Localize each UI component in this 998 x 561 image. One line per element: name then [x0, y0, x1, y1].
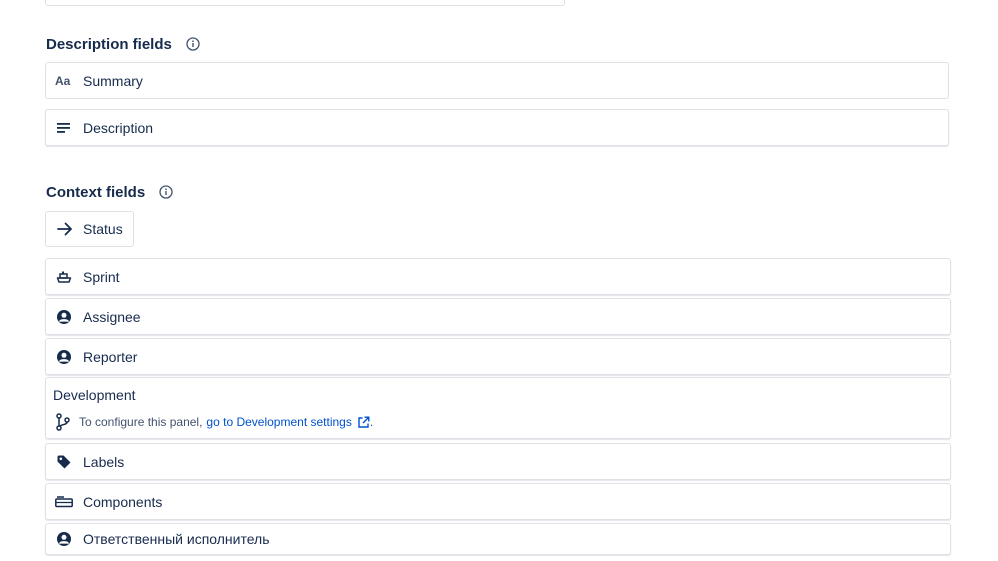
text-aa-icon: Aa	[55, 72, 73, 90]
svg-text:Aa: Aa	[55, 74, 71, 88]
sprint-boat-icon	[55, 268, 73, 286]
user-avatar-icon	[55, 530, 73, 548]
description-fields-title: Description fields	[46, 35, 172, 53]
component-icon	[55, 493, 73, 511]
branch-icon	[55, 413, 71, 431]
development-config-suffix: .	[369, 415, 374, 429]
arrow-right-icon	[56, 220, 74, 238]
context-fields-title: Context fields	[46, 183, 146, 201]
text-lines-icon	[55, 119, 73, 137]
info-icon[interactable]	[186, 37, 200, 51]
field-label: Sprint	[83, 268, 120, 285]
field-sprint[interactable]: Sprint	[45, 258, 951, 295]
field-labels[interactable]: Labels	[45, 443, 951, 480]
context-fields-heading: Context fields	[46, 182, 173, 202]
field-label: Labels	[83, 453, 125, 470]
field-label: Summary	[83, 72, 143, 89]
field-label: Ответственный исполнитель	[83, 531, 270, 547]
field-label: Description	[83, 119, 154, 136]
development-panel[interactable]: Development To configure this panel, go …	[45, 377, 951, 439]
field-label: Reporter	[83, 348, 138, 365]
field-components[interactable]: Components	[45, 483, 951, 520]
field-label: Components	[83, 493, 163, 510]
development-settings-link-text: go to Development settings	[206, 415, 352, 429]
tag-icon	[55, 453, 73, 471]
development-title: Development	[53, 387, 136, 403]
user-avatar-icon	[55, 348, 73, 366]
field-description[interactable]: Description	[45, 109, 949, 146]
field-summary[interactable]: Aa Summary	[45, 62, 949, 99]
field-label: Status	[83, 221, 123, 237]
user-avatar-icon	[55, 308, 73, 326]
info-icon[interactable]	[159, 185, 173, 199]
field-label: Assignee	[83, 308, 141, 325]
field-assignee[interactable]: Assignee	[45, 298, 951, 335]
field-reporter[interactable]: Reporter	[45, 338, 951, 375]
previous-field-box[interactable]	[45, 0, 565, 6]
development-settings-link[interactable]: go to Development settings	[206, 415, 370, 429]
development-config-row: To configure this panel, go to Developme…	[55, 413, 373, 431]
development-config-text: To configure this panel,	[79, 415, 203, 429]
field-status[interactable]: Status	[45, 211, 134, 247]
description-fields-heading: Description fields	[46, 34, 200, 54]
field-responsible-executor[interactable]: Ответственный исполнитель	[45, 523, 951, 555]
external-link-icon	[357, 416, 370, 429]
issue-layout-config: Description fields Aa Summary Descriptio…	[0, 0, 998, 561]
